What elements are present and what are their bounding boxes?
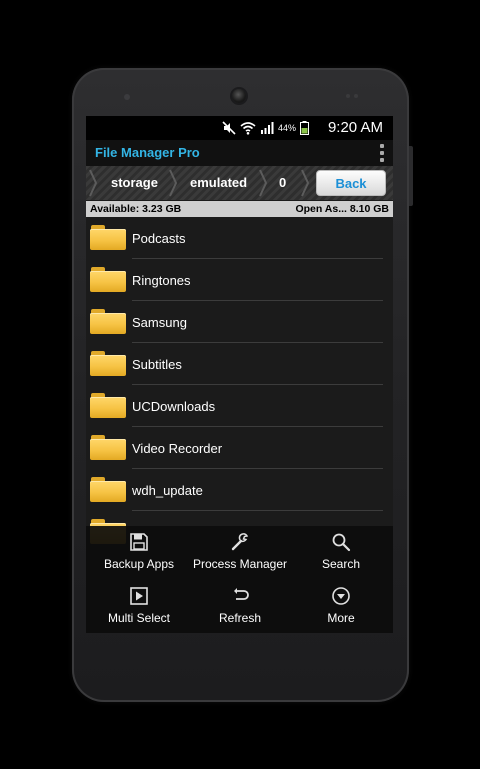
clock: 9:20 AM xyxy=(327,119,383,136)
menu-item-backup-apps[interactable]: Backup Apps xyxy=(88,526,190,578)
search-icon xyxy=(332,533,351,552)
menu-label: Search xyxy=(321,557,361,571)
open-as-button[interactable]: Open As... 8.10 GB xyxy=(295,203,389,215)
menu-item-process-manager[interactable]: Process Manager xyxy=(189,526,291,578)
app-title: File Manager Pro xyxy=(95,145,200,160)
list-item[interactable]: UCDownloads xyxy=(86,385,393,427)
file-name: Podcasts xyxy=(132,231,186,246)
file-list: Podcasts Ringtones Samsung Subtitles UCD… xyxy=(86,217,393,544)
battery-percent: 44% xyxy=(277,123,296,133)
file-name: Samsung xyxy=(132,315,187,330)
breadcrumb-item-0[interactable]: 0 xyxy=(279,175,286,190)
status-bar: 44% 9:20 AM xyxy=(86,116,393,140)
action-bar: File Manager Pro xyxy=(86,140,393,166)
refresh-icon xyxy=(234,588,249,600)
file-name: wdh_update xyxy=(132,483,203,498)
status-icons: 44% xyxy=(222,120,309,136)
file-name: Video Recorder xyxy=(132,441,223,456)
available-space: Available: 3.23 GB xyxy=(90,203,182,215)
save-icon xyxy=(130,533,148,551)
play-box-icon xyxy=(130,587,148,605)
file-name: Ringtones xyxy=(132,273,191,288)
menu-label: Backup Apps xyxy=(103,557,175,571)
list-item[interactable]: Samsung xyxy=(86,301,393,343)
menu-item-multi-select[interactable]: Multi Select xyxy=(88,580,190,632)
chevron-right-icon xyxy=(169,169,178,197)
back-button[interactable]: Back xyxy=(316,170,386,196)
menu-item-more[interactable]: More xyxy=(290,580,392,632)
file-name: UCDownloads xyxy=(132,399,216,414)
folder-icon xyxy=(90,477,126,502)
speaker-dot xyxy=(354,94,358,98)
signal-icon xyxy=(260,122,274,134)
front-camera-icon xyxy=(232,89,246,103)
list-item[interactable]: Video Recorder xyxy=(86,427,393,469)
folder-icon xyxy=(90,225,126,250)
screen: 44% 9:20 AM File Manager Pro storage emu… xyxy=(86,116,393,633)
menu-item-search[interactable]: Search xyxy=(290,526,392,578)
power-button xyxy=(409,146,413,206)
menu-item-refresh[interactable]: Refresh xyxy=(189,580,291,632)
folder-icon xyxy=(90,393,126,418)
list-item[interactable]: Ringtones xyxy=(86,259,393,301)
proximity-sensor xyxy=(124,94,130,100)
menu-label: Process Manager xyxy=(192,557,288,571)
battery-icon xyxy=(300,121,309,135)
file-name: Subtitles xyxy=(132,357,182,372)
menu-label: Refresh xyxy=(218,611,262,625)
list-item[interactable]: Subtitles xyxy=(86,343,393,385)
options-menu: Backup Apps Process Manager Search Multi… xyxy=(86,526,393,633)
speaker-dot xyxy=(346,94,350,98)
folder-icon xyxy=(90,309,126,334)
chevron-right-icon xyxy=(89,169,98,197)
overflow-menu-icon[interactable] xyxy=(379,144,385,162)
list-item[interactable]: Podcasts xyxy=(86,217,393,259)
breadcrumb-item-storage[interactable]: storage xyxy=(111,175,158,190)
list-item[interactable]: wdh_update xyxy=(86,469,393,511)
breadcrumb-item-emulated[interactable]: emulated xyxy=(190,175,247,190)
chevron-right-icon xyxy=(259,169,268,197)
folder-icon xyxy=(90,267,126,292)
wifi-icon xyxy=(240,122,256,135)
folder-icon xyxy=(90,435,126,460)
breadcrumb: storage emulated 0 Back xyxy=(86,166,393,200)
more-circle-icon xyxy=(332,587,350,605)
menu-label: Multi Select xyxy=(107,611,171,625)
storage-info-bar: Available: 3.23 GB Open As... 8.10 GB xyxy=(86,201,393,217)
wrench-icon xyxy=(231,533,249,551)
chevron-right-icon xyxy=(301,169,310,197)
folder-icon xyxy=(90,351,126,376)
mute-icon xyxy=(222,121,236,135)
menu-label: More xyxy=(327,611,355,625)
